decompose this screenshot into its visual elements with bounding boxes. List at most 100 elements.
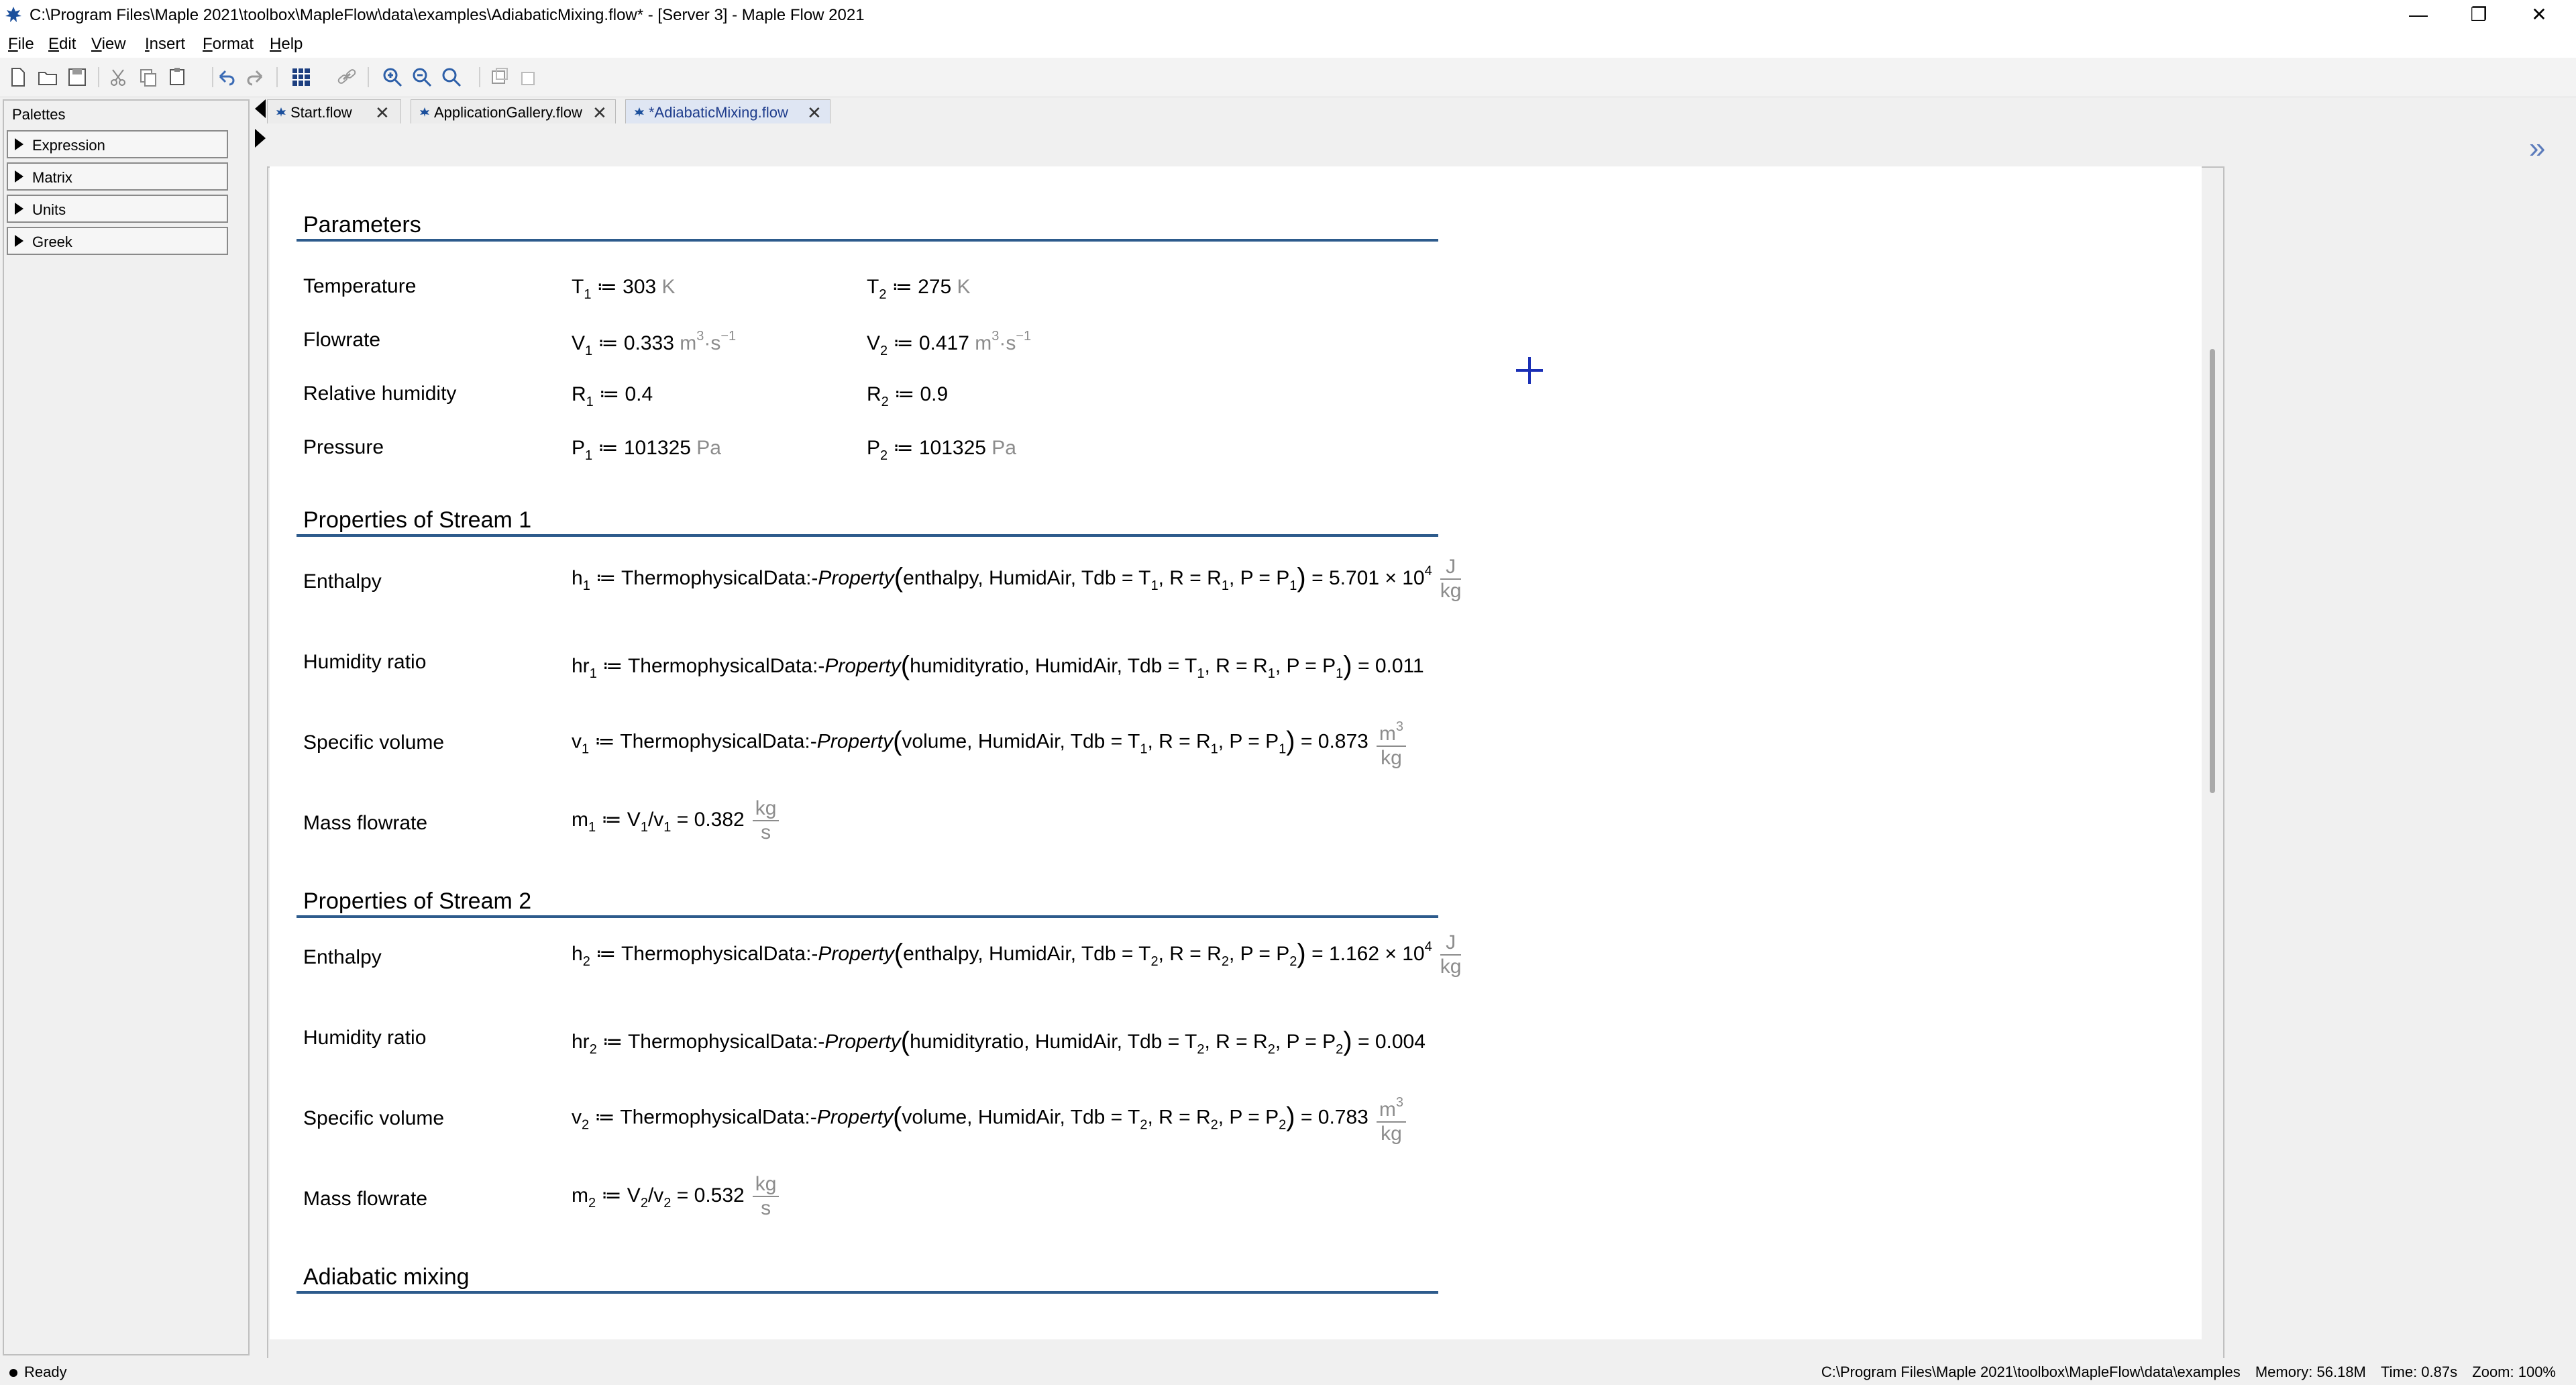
expr-T1[interactable]: T1 ≔ 303 K — [572, 275, 676, 303]
label-specific-volume-1: Specific volume — [303, 731, 445, 754]
zoom-out-icon[interactable] — [411, 66, 433, 89]
grid-icon[interactable] — [290, 66, 313, 89]
section-rule — [297, 915, 1438, 918]
copy-icon[interactable] — [137, 66, 160, 89]
label-enthalpy-2: Enthalpy — [303, 946, 382, 968]
expand-triangle-icon — [15, 203, 23, 215]
status-ready: Ready — [24, 1364, 67, 1380]
expr-h2[interactable]: h2 ≔ ThermophysicalData:-Property(enthal… — [572, 931, 1462, 978]
expr-m1[interactable]: m1 ≔ V1/v1 = 0.382 kg s — [572, 797, 780, 844]
section-collapse-icon[interactable] — [488, 66, 511, 89]
toolbar-separator — [368, 67, 369, 87]
tab-label: *AdiabaticMixing.flow — [649, 104, 788, 121]
expand-triangle-icon — [15, 170, 23, 183]
expand-triangle-icon — [15, 235, 23, 247]
label-temperature: Temperature — [303, 275, 417, 297]
document-tabs: Start.flow ✕ ApplicationGallery.flow ✕ *… — [267, 99, 2575, 123]
expr-P1[interactable]: P1 ≔ 101325 Pa — [572, 436, 721, 464]
palette-matrix[interactable]: Matrix — [7, 162, 228, 191]
flow-file-icon — [635, 107, 644, 117]
undo-icon[interactable] — [215, 66, 237, 89]
expr-h1[interactable]: h1 ≔ ThermophysicalData:-Property(enthal… — [572, 556, 1462, 603]
label-specific-volume-2: Specific volume — [303, 1107, 445, 1129]
menu-help[interactable]: Help — [270, 35, 303, 54]
save-icon[interactable] — [66, 66, 89, 89]
label-mass-flowrate-1: Mass flowrate — [303, 812, 428, 834]
expand-right-panel-icon[interactable]: » — [2529, 132, 2545, 165]
redo-icon[interactable] — [244, 66, 267, 89]
expand-panel-icon[interactable] — [255, 129, 266, 148]
palette-expression[interactable]: Expression — [7, 130, 228, 158]
label-humidity-ratio-2: Humidity ratio — [303, 1027, 427, 1049]
link-icon[interactable] — [335, 66, 358, 89]
label-flowrate: Flowrate — [303, 329, 381, 351]
close-tab-icon[interactable]: ✕ — [592, 103, 607, 123]
crosshair-cursor-icon — [1516, 357, 1543, 384]
expr-R1[interactable]: R1 ≔ 0.4 — [572, 382, 653, 410]
expr-hr2[interactable]: hr2 ≔ ThermophysicalData:-Property(humid… — [572, 1027, 1426, 1058]
label-mass-flowrate-2: Mass flowrate — [303, 1188, 428, 1210]
expr-P2[interactable]: P2 ≔ 101325 Pa — [867, 436, 1016, 464]
status-path: C:\Program Files\Maple 2021\toolbox\Mapl… — [1821, 1364, 2241, 1380]
status-info: C:\Program Files\Maple 2021\toolbox\Mapl… — [1811, 1364, 2556, 1381]
section-rule — [297, 239, 1438, 242]
cut-icon[interactable] — [107, 66, 130, 89]
expr-m2[interactable]: m2 ≔ V2/v2 = 0.532 kg s — [572, 1173, 780, 1220]
flow-file-icon — [276, 107, 286, 117]
maple-leaf-icon — [5, 7, 21, 22]
window-title: C:\Program Files\Maple 2021\toolbox\Mapl… — [30, 6, 865, 24]
restore-button[interactable]: ❐ — [2449, 0, 2509, 31]
tab-application-gallery[interactable]: ApplicationGallery.flow ✕ — [411, 99, 616, 123]
expr-V1[interactable]: V1 ≔ 0.333 m3·s−1 — [572, 329, 736, 359]
toolbar — [0, 58, 2576, 97]
close-button[interactable]: ✕ — [2509, 0, 2569, 31]
palettes-panel: Palettes Expression Matrix Units Greek — [3, 99, 250, 1355]
status-zoom[interactable]: Zoom: 100% — [2472, 1364, 2556, 1380]
status-bar: Ready C:\Program Files\Maple 2021\toolbo… — [0, 1358, 2576, 1385]
zoom-in-icon[interactable] — [381, 66, 404, 89]
label-enthalpy-1: Enthalpy — [303, 570, 382, 593]
menu-bar: File Edit View Insert Format Help — [0, 31, 2576, 58]
toolbar-separator — [276, 67, 278, 87]
menu-format[interactable]: Format — [203, 35, 254, 54]
expr-v1[interactable]: v1 ≔ ThermophysicalData:-Property(volume… — [572, 715, 1406, 770]
menu-insert[interactable]: Insert — [145, 35, 185, 54]
palette-greek[interactable]: Greek — [7, 227, 228, 255]
expr-R2[interactable]: R2 ≔ 0.9 — [867, 382, 948, 410]
tab-adiabatic-mixing[interactable]: *AdiabaticMixing.flow ✕ — [625, 99, 830, 123]
palette-units[interactable]: Units — [7, 195, 228, 223]
title-bar: C:\Program Files\Maple 2021\toolbox\Mapl… — [0, 0, 2576, 31]
section-heading-stream1: Properties of Stream 1 — [303, 507, 532, 533]
flow-file-icon — [420, 107, 429, 117]
section-expand-icon[interactable] — [517, 66, 539, 89]
paste-icon[interactable] — [166, 66, 189, 89]
menu-file[interactable]: File — [8, 35, 34, 54]
worksheet-canvas[interactable]: Parameters Temperature T1 ≔ 303 K T2 ≔ 2… — [270, 166, 2202, 1339]
label-pressure: Pressure — [303, 436, 384, 458]
status-indicator-icon — [9, 1369, 17, 1377]
tab-start-flow[interactable]: Start.flow ✕ — [267, 99, 401, 123]
expr-v2[interactable]: v2 ≔ ThermophysicalData:-Property(volume… — [572, 1091, 1406, 1145]
close-tab-icon[interactable]: ✕ — [375, 103, 390, 123]
toolbar-separator — [212, 67, 213, 87]
expr-hr1[interactable]: hr1 ≔ ThermophysicalData:-Property(humid… — [572, 651, 1424, 682]
menu-view[interactable]: View — [91, 35, 126, 54]
palette-label: Expression — [32, 137, 105, 154]
new-file-icon[interactable] — [7, 66, 30, 89]
label-humidity-ratio-1: Humidity ratio — [303, 651, 427, 673]
vertical-scrollbar[interactable] — [2210, 349, 2215, 793]
minimize-button[interactable]: — — [2388, 0, 2449, 31]
section-rule — [297, 1291, 1438, 1294]
expand-triangle-icon — [15, 138, 23, 150]
section-heading-stream2: Properties of Stream 2 — [303, 888, 532, 914]
zoom-fit-icon[interactable] — [440, 66, 463, 89]
menu-edit[interactable]: Edit — [48, 35, 76, 54]
open-folder-icon[interactable] — [36, 66, 59, 89]
palettes-title: Palettes — [12, 106, 66, 123]
close-tab-icon[interactable]: ✕ — [807, 103, 822, 123]
section-heading-parameters: Parameters — [303, 212, 421, 238]
label-relative-humidity: Relative humidity — [303, 382, 457, 405]
collapse-palettes-icon[interactable] — [255, 99, 266, 118]
expr-V2[interactable]: V2 ≔ 0.417 m3·s−1 — [867, 329, 1031, 359]
expr-T2[interactable]: T2 ≔ 275 K — [867, 275, 971, 303]
